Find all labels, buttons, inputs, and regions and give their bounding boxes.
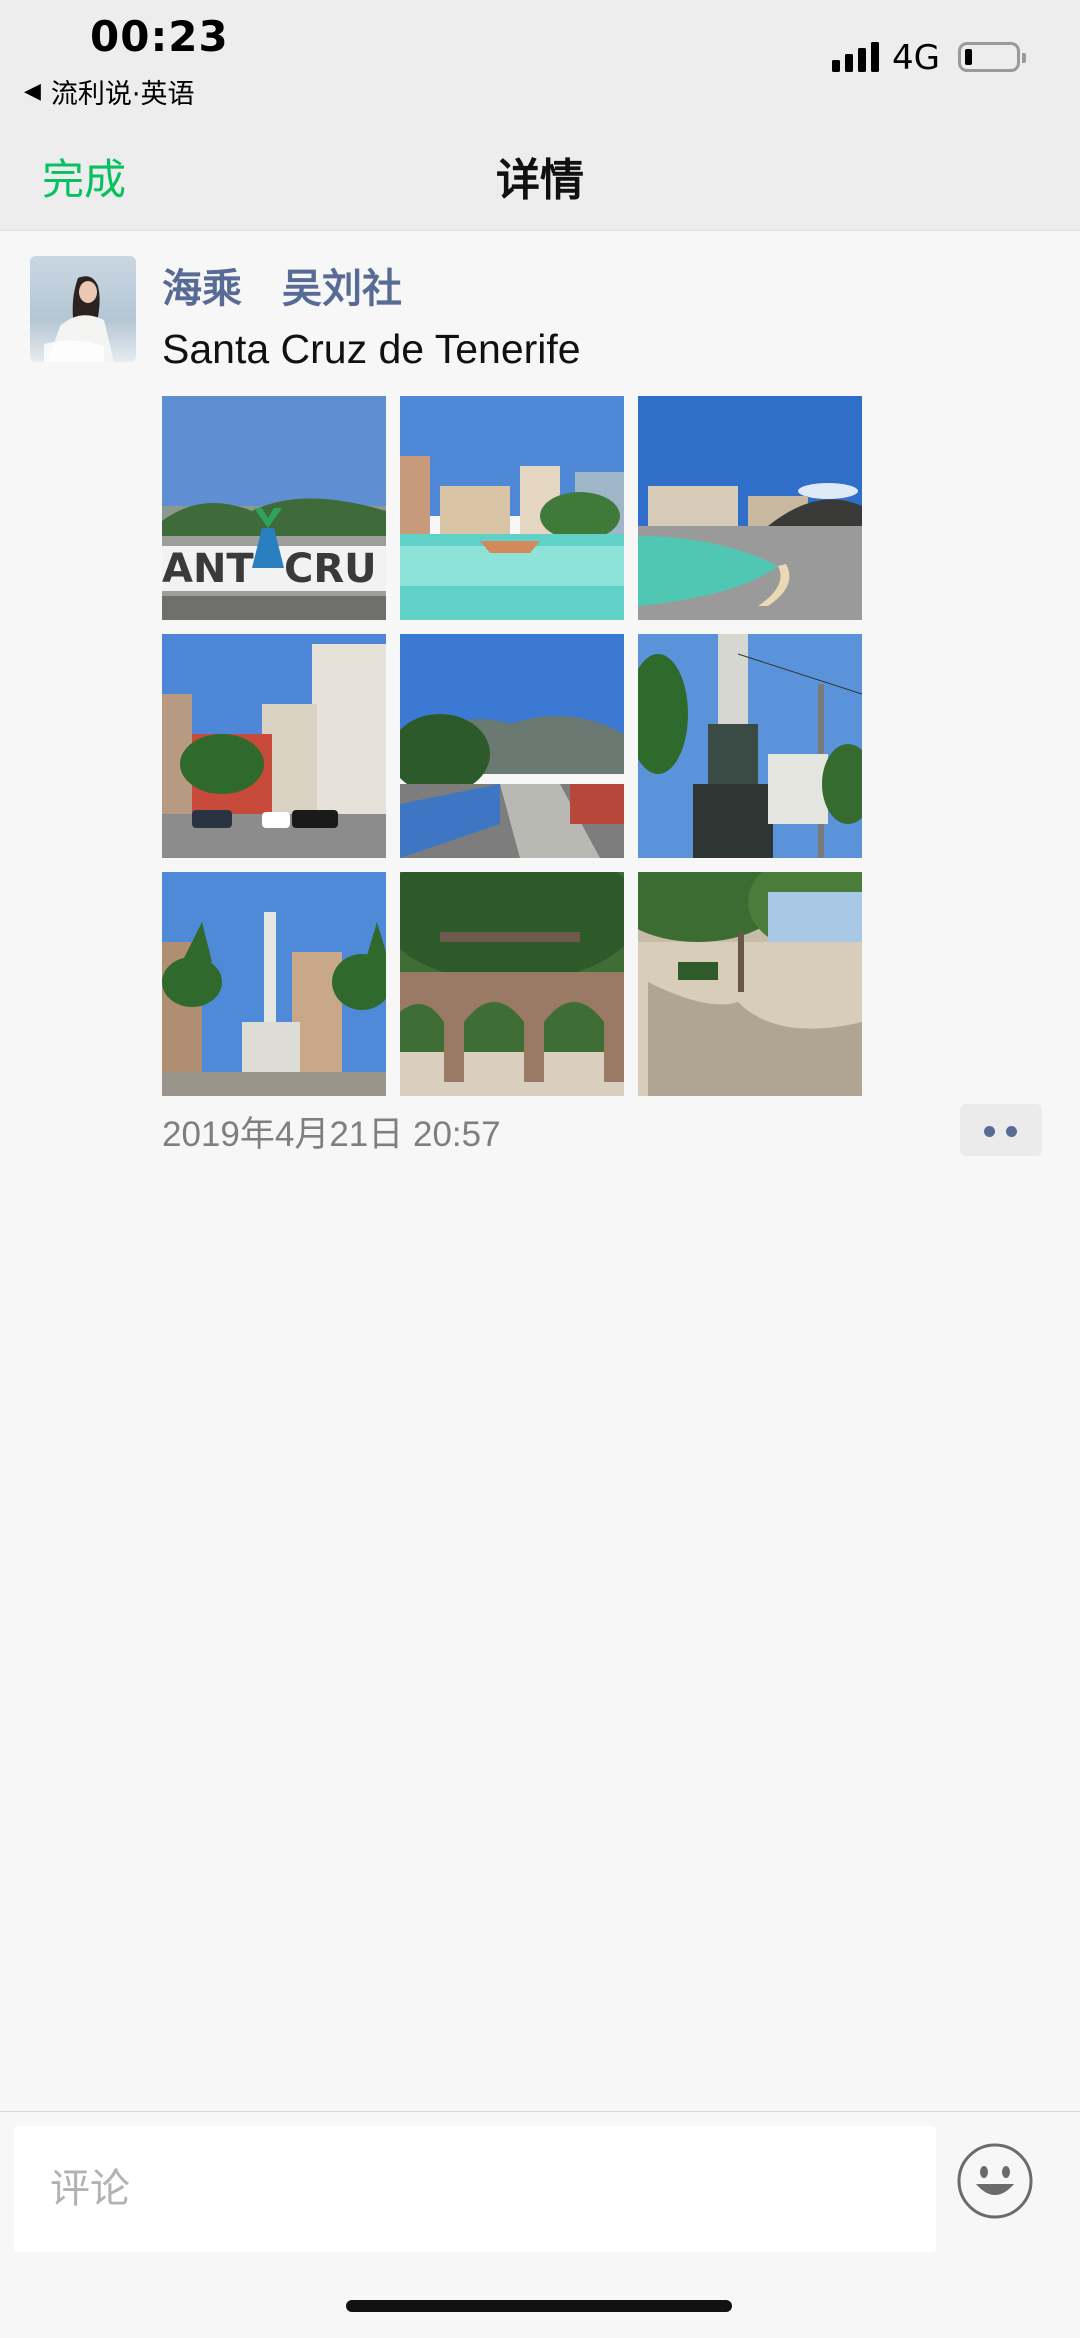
- back-triangle-icon: ◀: [24, 79, 41, 104]
- back-app-label: 流利说·英语: [50, 79, 195, 110]
- page-title: 详情: [496, 155, 584, 206]
- signal-icon: [832, 42, 879, 72]
- more-dots-icon[interactable]: [960, 1104, 1042, 1156]
- photo-1[interactable]: ANT CRU: [162, 396, 386, 620]
- comment-input[interactable]: [14, 2126, 936, 2252]
- status-time: 00:23: [90, 12, 229, 61]
- svg-text:ANT: ANT: [162, 546, 254, 592]
- post-author[interactable]: 海乘 吴刘社: [162, 256, 402, 314]
- photo-grid: ANT CRU: [162, 396, 862, 1096]
- photo-8[interactable]: [400, 872, 624, 1096]
- battery-level: [965, 49, 972, 65]
- post-text: Santa Cruz de Tenerife: [162, 326, 581, 372]
- battery-icon: [958, 42, 1026, 72]
- post-timestamp: 2019年4月21日 20:57: [162, 1115, 501, 1154]
- photo-7[interactable]: [162, 872, 386, 1096]
- back-to-app-button[interactable]: ◀ 流利说·英语: [24, 72, 195, 111]
- photo-5[interactable]: [400, 634, 624, 858]
- moments-detail-page: 00:23 ◀ 流利说·英语 4G 完成 详情 海乘 吴刘社 Santa Cru…: [0, 0, 1080, 2338]
- nav-bar: 完成 详情: [0, 120, 1080, 231]
- avatar[interactable]: [30, 256, 136, 362]
- svg-text:CRU: CRU: [284, 546, 377, 592]
- photo-4[interactable]: [162, 634, 386, 858]
- network-type: 4G: [892, 38, 940, 78]
- photo-9[interactable]: [638, 872, 862, 1096]
- photo-3[interactable]: [638, 396, 862, 620]
- status-bar: 00:23 ◀ 流利说·英语 4G: [0, 0, 1080, 120]
- emoji-icon[interactable]: [956, 2142, 1034, 2220]
- photo-2[interactable]: [400, 396, 624, 620]
- home-indicator[interactable]: [346, 2300, 732, 2312]
- photo-6[interactable]: [638, 634, 862, 858]
